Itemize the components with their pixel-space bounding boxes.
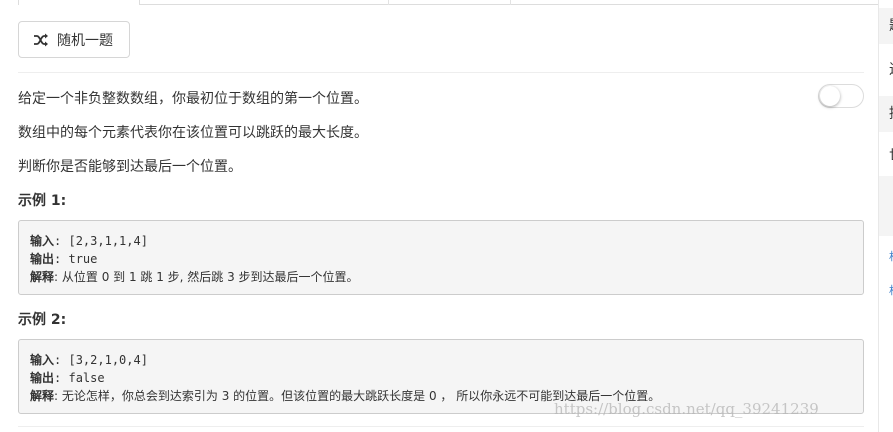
tab-active[interactable] <box>18 0 140 5</box>
divider <box>18 426 864 427</box>
tab-separator <box>510 0 511 5</box>
example-title: 示例 1: <box>18 193 67 209</box>
tab-strip <box>0 0 880 5</box>
random-question-label: 随机一题 <box>57 32 113 49</box>
problem-paragraph: 给定一个非负整数数组，你最初位于数组的第一个位置。 <box>18 91 368 107</box>
input-label: 输入 <box>30 234 55 248</box>
side-link[interactable]: 相 <box>889 248 893 264</box>
output-label: 输出 <box>30 252 55 266</box>
input-value: : [2,3,1,1,4] <box>54 234 148 248</box>
output-label: 输出 <box>30 371 55 385</box>
example-title: 示例 2: <box>18 312 67 328</box>
output-value: : false <box>54 371 105 385</box>
output-value: : true <box>54 252 98 266</box>
side-item[interactable]: 题 <box>879 8 893 44</box>
side-block <box>879 176 893 236</box>
side-panel: 题 进 提 世 相 相 <box>878 0 893 432</box>
side-link[interactable]: 相 <box>889 282 893 298</box>
input-label: 输入 <box>30 353 55 367</box>
problem-paragraph: 判断你是否能够到达最后一个位置。 <box>18 159 242 175</box>
watermark: https://blog.csdn.net/qq_39241239 <box>554 400 819 418</box>
side-item[interactable]: 世 <box>879 138 893 174</box>
toggle-switch[interactable] <box>818 84 864 108</box>
random-question-button[interactable]: 随机一题 <box>18 21 130 58</box>
divider <box>18 72 864 73</box>
explain-label: 解释 <box>30 270 55 284</box>
problem-paragraph: 数组中的每个元素代表你在该位置可以跳跃的最大长度。 <box>18 125 368 141</box>
side-item[interactable]: 进 <box>879 52 893 88</box>
explain-value: : 从位置 0 到 1 跳 1 步, 然后跳 3 步到达最后一个位置。 <box>54 270 359 284</box>
input-value: : [3,2,1,0,4] <box>54 353 148 367</box>
shuffle-icon <box>34 33 48 46</box>
explain-label: 解释 <box>30 389 55 403</box>
side-item[interactable]: 提 <box>879 96 893 132</box>
toggle-knob <box>820 86 840 106</box>
tab-separator <box>388 0 389 5</box>
example-code-block: 输入: [2,3,1,1,4] 输出: true 解释: 从位置 0 到 1 跳… <box>18 220 864 295</box>
